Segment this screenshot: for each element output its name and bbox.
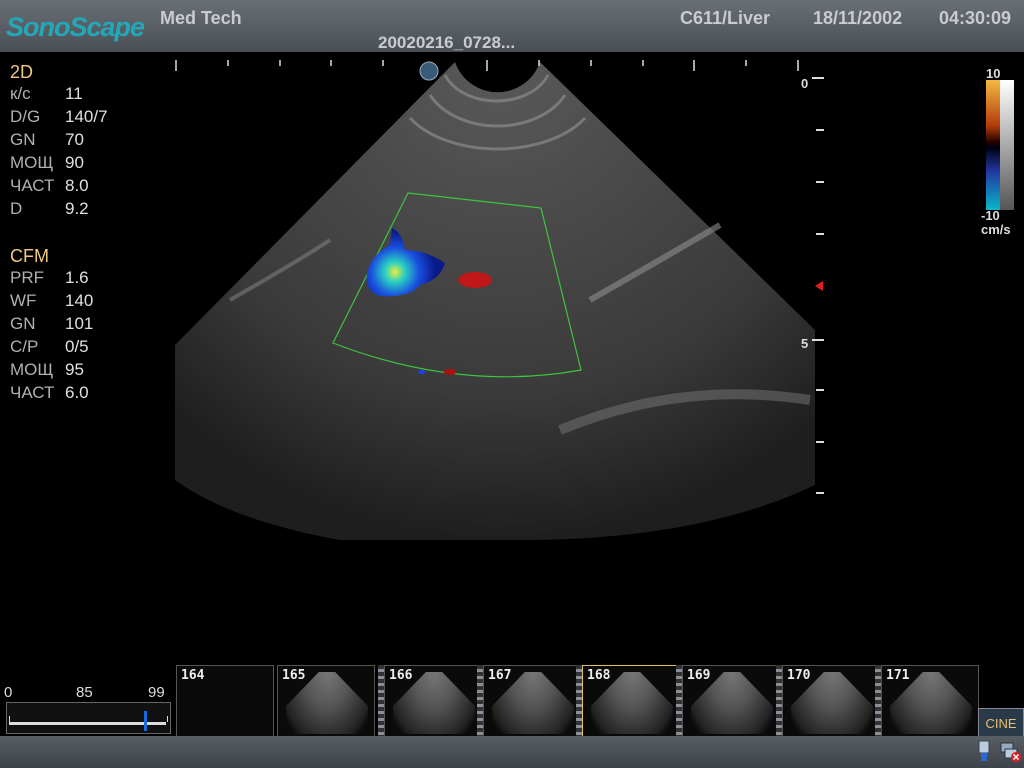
- cine-thumbnail[interactable]: 164: [176, 665, 274, 737]
- cine-start-label: 0: [4, 684, 13, 701]
- color-scale-min: -10: [981, 208, 1000, 223]
- scan-sector: [175, 62, 815, 540]
- status-bar: [0, 736, 1024, 768]
- network-disconnected-icon[interactable]: [999, 740, 1021, 762]
- ultrasound-image[interactable]: [0, 0, 1024, 660]
- thumbnail-frame-number: 165: [282, 668, 306, 683]
- cine-thumbnail[interactable]: 166: [384, 665, 482, 737]
- cine-thumbnail[interactable]: 169: [682, 665, 780, 737]
- cine-slider-thumb[interactable]: [144, 711, 147, 731]
- thumbnail-frame-number: 170: [787, 668, 811, 683]
- thumbnail-frame-number: 164: [181, 668, 205, 683]
- cine-thumbnail[interactable]: 171: [881, 665, 979, 737]
- color-flow-blue-small: [418, 370, 426, 374]
- color-flow-red-small: [444, 369, 456, 375]
- cine-current-label: 85: [76, 684, 93, 701]
- cine-thumbnail[interactable]: 167: [483, 665, 581, 737]
- thumbnail-frame-number: 169: [687, 668, 711, 683]
- cine-slider[interactable]: [6, 702, 171, 734]
- color-scale-max: 10: [986, 66, 1001, 81]
- cine-thumbnail[interactable]: 165: [277, 665, 375, 737]
- thumbnail-frame-number: 171: [886, 668, 910, 683]
- thumbnail-frame-number: 167: [488, 668, 512, 683]
- color-velocity-bar: [986, 80, 1000, 210]
- cine-thumbnail[interactable]: 170: [782, 665, 880, 737]
- cine-thumbnail[interactable]: 168: [582, 665, 680, 737]
- cine-slider-track: [9, 722, 166, 725]
- color-flow-red: [458, 272, 492, 288]
- cine-button[interactable]: CINE: [978, 708, 1024, 738]
- thumbnail-frame-number: 168: [587, 668, 611, 683]
- color-scale-unit: cm/s: [981, 222, 1011, 237]
- gray-scale-bar: [1000, 80, 1014, 210]
- focus-marker-icon: [815, 281, 823, 291]
- thumbnail-frame-number: 166: [389, 668, 413, 683]
- depth-label-mid: 5: [801, 336, 809, 351]
- depth-label-top: 0: [801, 76, 809, 91]
- cine-end-label: 99: [148, 684, 165, 701]
- usb-icon[interactable]: [975, 740, 993, 762]
- orientation-marker-icon: [419, 61, 439, 81]
